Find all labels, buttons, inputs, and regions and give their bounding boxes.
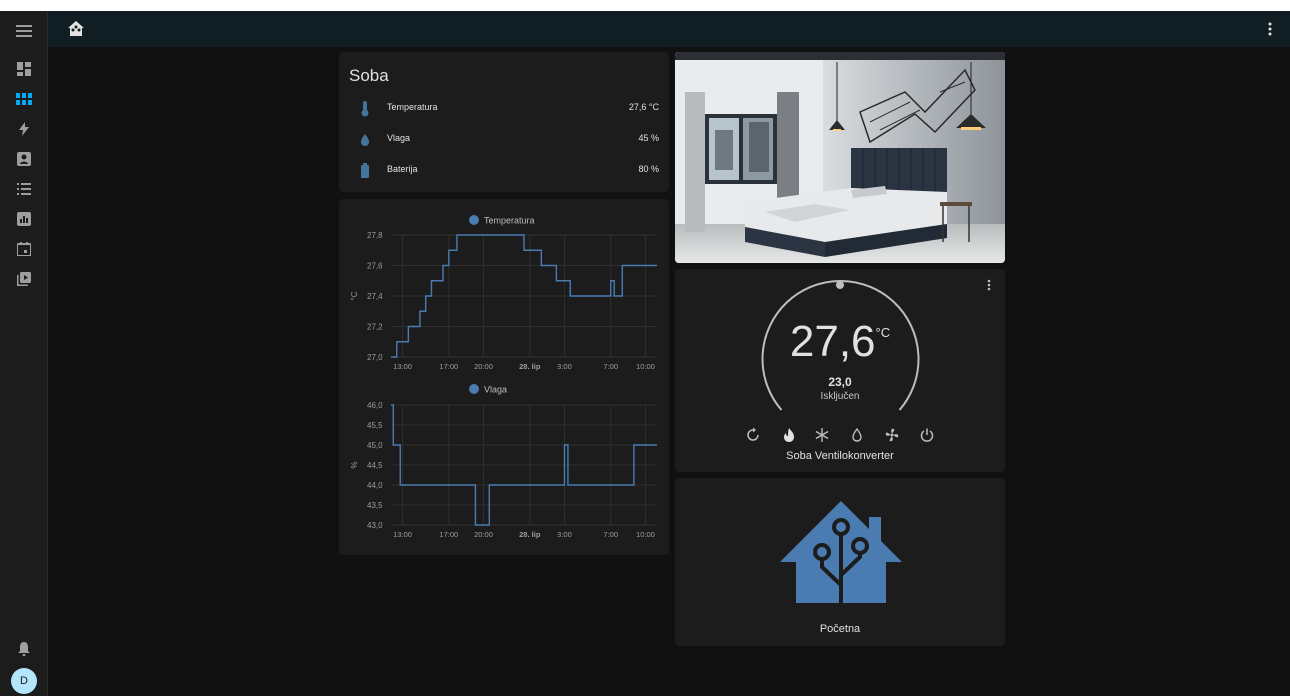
- legend-label: Vlaga: [484, 385, 507, 395]
- entity-name: Temperatura: [387, 102, 438, 112]
- water-percent-icon: [357, 131, 373, 149]
- x-tick-label: 20:00: [474, 362, 493, 371]
- top-strip: [0, 0, 1290, 11]
- y-tick-label: 44,0: [367, 481, 383, 490]
- x-tick-label: 17:00: [439, 362, 458, 371]
- bedroom-picture-card[interactable]: [675, 52, 1005, 263]
- y-tick-label: 27,8: [367, 231, 383, 240]
- entities-card: Soba Temperatura 27,6 °C Vlaga 45 % Bate…: [339, 52, 669, 192]
- account-box-icon: [17, 152, 31, 166]
- y-tick-label: 45,5: [367, 421, 383, 430]
- legend-marker: [469, 384, 479, 394]
- entity-row-temperature[interactable]: Temperatura 27,6 °C: [339, 98, 669, 120]
- dots-vertical-icon[interactable]: [1260, 19, 1280, 39]
- entity-row-humidity[interactable]: Vlaga 45 %: [339, 129, 669, 151]
- view-dashboard-icon: [17, 62, 31, 76]
- target-temperature: 23,0: [828, 375, 852, 389]
- card-title: Soba: [349, 66, 389, 85]
- menu-icon[interactable]: [12, 19, 36, 43]
- sidebar-item-overview[interactable]: [12, 57, 36, 81]
- x-tick-label: 28. lip: [519, 362, 541, 371]
- home-assistant-icon[interactable]: [66, 19, 86, 39]
- x-tick-label: 17:00: [439, 530, 458, 539]
- sidebar-item-history[interactable]: [12, 207, 36, 231]
- play-box-multiple-icon: [17, 272, 31, 286]
- autorenew-icon[interactable]: [745, 427, 761, 443]
- x-tick-label: 20:00: [474, 530, 493, 539]
- sidebar-item-calendar[interactable]: [12, 237, 36, 261]
- snowflake-icon[interactable]: [814, 427, 830, 443]
- sidebar-item-map[interactable]: [12, 147, 36, 171]
- entity-value: 80 %: [638, 164, 659, 174]
- entity-name: Baterija: [387, 164, 418, 174]
- y-tick-label: 44,5: [367, 461, 383, 470]
- entity-value: 27,6 °C: [628, 102, 659, 112]
- bell-icon: [18, 642, 30, 656]
- more-info-button[interactable]: [983, 277, 995, 293]
- dots-vertical-icon: [987, 279, 991, 291]
- notifications-button[interactable]: [12, 637, 36, 661]
- format-list-icon: [17, 183, 31, 195]
- current-temperature: 27,6: [789, 317, 876, 366]
- x-tick-label: 13:00: [393, 530, 412, 539]
- y-tick-label: 45,0: [367, 441, 383, 450]
- x-tick-label: 7:00: [603, 362, 618, 371]
- y-tick-label: 27,4: [367, 292, 383, 301]
- temperature-unit: °C: [875, 325, 891, 340]
- history-graph-card: Temperatura 27,0 27,2 27,4 27,6 27,8 13:00 17:0…: [339, 199, 669, 555]
- entity-name: Vlaga: [387, 133, 411, 143]
- x-tick-label: 28. lip: [519, 530, 541, 539]
- x-tick-label: 3:00: [557, 362, 572, 371]
- y-tick-label: 27,0: [367, 353, 383, 362]
- entity-value: 45 %: [638, 133, 659, 143]
- legend-marker: [469, 215, 479, 225]
- sidebar-item-dashboard[interactable]: [12, 87, 36, 111]
- home-assistant-logo-icon: [780, 501, 902, 603]
- sidebar: D: [0, 11, 48, 696]
- y-tick-label: 43,5: [367, 501, 383, 510]
- hvac-state: Isključen: [820, 391, 860, 402]
- history-charts: Temperatura 27,0 27,2 27,4 27,6 27,8 13:00 17:0…: [350, 215, 657, 539]
- calendar-icon: [17, 242, 31, 256]
- view-grid-icon: [16, 93, 32, 105]
- sidebar-item-energy[interactable]: [12, 117, 36, 141]
- water-percent-icon[interactable]: [849, 427, 865, 443]
- y-tick-label: 46,0: [367, 401, 383, 410]
- hvac-mode-bar: [675, 427, 1005, 447]
- avatar[interactable]: D: [11, 668, 37, 694]
- x-tick-label: 13:00: [393, 362, 412, 371]
- thermometer-icon: [357, 100, 373, 118]
- sidebar-item-logbook[interactable]: [12, 177, 36, 201]
- x-tick-label: 7:00: [603, 530, 618, 539]
- lightning-bolt-icon: [19, 122, 29, 136]
- sidebar-item-media[interactable]: [12, 267, 36, 291]
- thermostat-card: 27,6°C 23,0 Isključen Soba Ventilokonver…: [675, 269, 1005, 472]
- top-toolbar: [48, 11, 1290, 47]
- x-tick-label: 3:00: [557, 530, 572, 539]
- y-tick-label: 43,0: [367, 521, 383, 530]
- fire-icon[interactable]: [781, 427, 797, 443]
- power-icon[interactable]: [919, 427, 935, 443]
- battery-icon: [357, 162, 373, 180]
- y-axis-label: %: [350, 461, 359, 468]
- fan-icon[interactable]: [884, 427, 900, 443]
- y-tick-label: 27,6: [367, 262, 383, 271]
- x-tick-label: 10:00: [636, 530, 655, 539]
- y-tick-label: 27,2: [367, 323, 383, 332]
- current-temperature-block: 27,6°C: [675, 317, 1005, 367]
- y-axis-label: °C: [350, 291, 359, 300]
- chart-box-icon: [17, 212, 31, 226]
- x-tick-label: 10:00: [636, 362, 655, 371]
- bedroom-photo: [675, 52, 1005, 263]
- entity-row-battery[interactable]: Baterija 80 %: [339, 160, 669, 182]
- home-button-label: Početna: [819, 623, 861, 635]
- legend-label: Temperatura: [484, 216, 535, 226]
- home-button-card[interactable]: Početna: [675, 478, 1005, 646]
- thermostat-name: Soba Ventilokonverter: [786, 450, 894, 462]
